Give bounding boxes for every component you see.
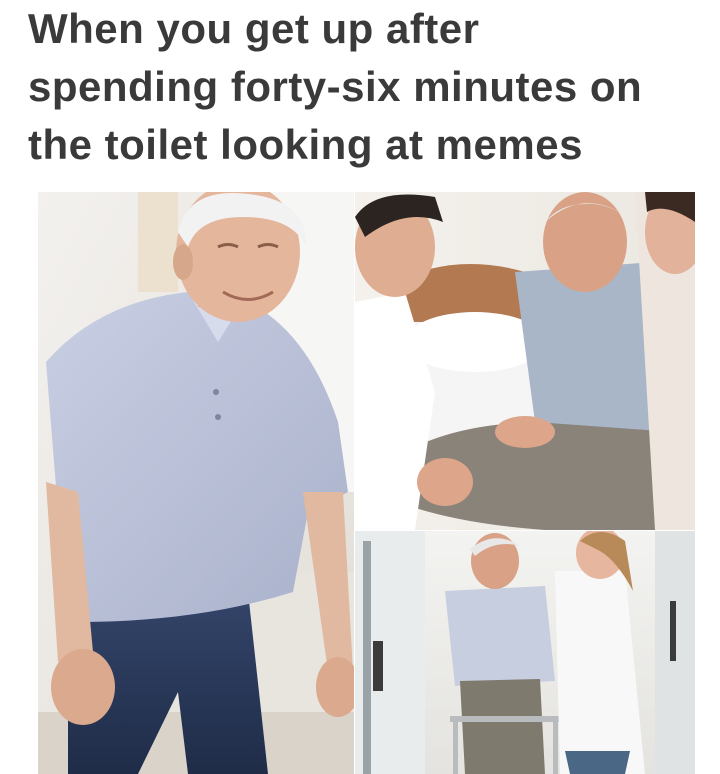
meme-container: When you get up after spending forty-six… (0, 0, 720, 774)
photo-man-with-walker-illustration (355, 531, 695, 774)
caption-line-1: When you get up after (28, 5, 480, 52)
photo-caregivers-helping-man (355, 192, 695, 530)
caption-line-2: spending forty-six minutes on (28, 63, 643, 110)
photo-man-with-walker (355, 531, 695, 774)
photo-old-man-getting-up (38, 192, 354, 774)
caption-line-3: the toilet looking at memes (28, 121, 583, 168)
meme-caption: When you get up after spending forty-six… (28, 0, 708, 174)
photo-old-man-getting-up-illustration (38, 192, 354, 774)
photo-caregivers-helping-man-illustration (355, 192, 695, 530)
